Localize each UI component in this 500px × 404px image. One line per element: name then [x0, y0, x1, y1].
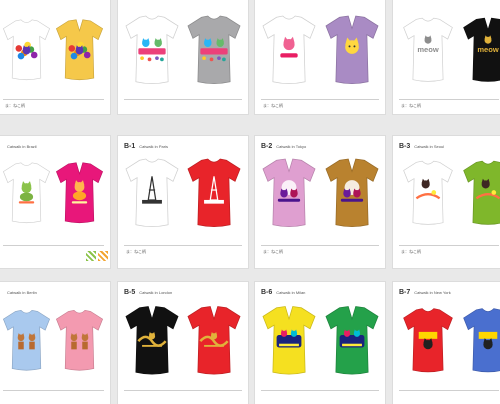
design-sheet-card[interactable]: ま：ねこ柄 — [255, 0, 385, 114]
sheet-title: Catwalk in Berlin — [7, 290, 37, 295]
sheet-header: B-5 Catwalk in London — [124, 289, 172, 296]
tshirt-vneck-yellow-cat-head[interactable] — [321, 12, 383, 87]
design-sheet-card[interactable]: B-1 Catwalk in Paris ま：ねこ柄 — [118, 136, 248, 268]
design-sheet-card[interactable]: B-2 Catwalk in Tokyo ま：ねこ柄 — [255, 136, 385, 268]
sheet-title: Catwalk in Brazil — [7, 144, 37, 149]
sheet-footer-note: ま：ねこ柄 — [401, 103, 421, 108]
sheet-header: B-2 Catwalk in Tokyo — [261, 143, 306, 150]
design-sheet-card[interactable]: B-6 Catwalk in Milan — [255, 282, 385, 404]
sheet-title: Catwalk in Paris — [139, 144, 168, 149]
sheet-title: Catwalk in London — [139, 290, 173, 295]
sheet-code: B-6 — [261, 289, 273, 296]
tshirt-body — [187, 158, 241, 227]
design-sheet-card[interactable]: B-5 Catwalk in London — [118, 282, 248, 404]
sheet-divider — [124, 390, 242, 391]
tshirt-body — [2, 309, 51, 371]
sheet-divider — [399, 245, 499, 246]
sheet-divider — [399, 390, 499, 391]
sheet-divider — [261, 390, 379, 391]
sheet-header: B-7 Catwalk in New York — [399, 289, 451, 296]
sheet-footer-note: ま：ねこ柄 — [5, 103, 25, 108]
tshirt-crew-berlin-cats[interactable] — [0, 300, 54, 380]
tshirt-crew-green-cat[interactable] — [0, 155, 54, 230]
sheet-code: B-5 — [124, 289, 136, 296]
tshirt-crew-flower-cats[interactable] — [0, 12, 54, 87]
tshirt-vneck-london-gold[interactable] — [121, 300, 183, 380]
design-sheet-card[interactable]: B-7 Catwalk in New York — [393, 282, 500, 404]
sheet-footer-note: ま：ねこ柄 — [263, 249, 283, 254]
tshirt-crew-paris-tower-light[interactable] — [183, 155, 245, 230]
design-sheet-card[interactable]: B-3 Catwalk in Seoul ま：ねこ柄 — [393, 136, 500, 268]
sheet-code: B-2 — [261, 143, 273, 150]
tshirt-body — [403, 160, 453, 225]
svg-text:meow: meow — [417, 45, 438, 54]
design-sheet-card[interactable]: meow meow ま：ねこ柄 — [393, 0, 500, 114]
tshirt-crew-ny-cats[interactable] — [459, 300, 500, 380]
tshirt-crew-seoul-cats[interactable] — [459, 155, 500, 230]
tshirt-body — [463, 308, 500, 373]
sheet-header: B-6 Catwalk in Milan — [261, 289, 305, 296]
tshirt-crew-pink-cat-heart[interactable] — [258, 12, 320, 87]
color-swatch[interactable] — [98, 251, 108, 261]
sheet-header: B-1 Catwalk in Paris — [124, 143, 168, 150]
sheet-divider — [3, 245, 104, 246]
sheet-header: Catwalk in Berlin — [3, 289, 37, 296]
sheet-divider — [261, 245, 379, 246]
tshirt-body — [125, 158, 179, 227]
tshirt-vneck-orange-cat[interactable] — [52, 155, 107, 230]
sheet-header: B-3 Catwalk in Seoul — [399, 143, 444, 150]
design-sheet-card[interactable]: ま：ねこ柄 — [0, 0, 110, 114]
sheet-code: B-1 — [124, 143, 136, 150]
sheet-title: Catwalk in Tokyo — [276, 144, 307, 149]
sheet-divider — [124, 245, 242, 246]
tshirt-vneck-tokyo-cats[interactable] — [321, 155, 383, 230]
sheet-divider — [3, 390, 104, 391]
tshirt-crew-paris-tower-dark[interactable] — [121, 155, 183, 230]
tshirt-crew-berlin-cats[interactable] — [52, 300, 107, 380]
sheet-divider — [261, 99, 379, 100]
tshirt-crew-party-cats[interactable] — [121, 12, 183, 87]
sheet-footer-note: ま：ねこ柄 — [401, 249, 421, 254]
design-sheet-card[interactable] — [118, 0, 248, 114]
sheet-header: Catwalk in Brazil — [3, 143, 37, 150]
svg-text:meow: meow — [477, 45, 498, 54]
design-sheet-card[interactable]: Catwalk in Brazil — [0, 136, 110, 268]
sheet-divider — [399, 99, 499, 100]
color-swatch[interactable] — [86, 251, 96, 261]
tshirt-body — [55, 309, 104, 371]
tshirt-crew-party-cats[interactable] — [183, 12, 245, 87]
sheet-footer-note: ま：ねこ柄 — [263, 103, 283, 108]
tshirt-vneck-milan-cats[interactable] — [258, 300, 320, 380]
tshirt-vneck-milan-cats[interactable] — [321, 300, 383, 380]
sheet-title: Catwalk in Milan — [276, 290, 306, 295]
sheet-title: Catwalk in Seoul — [414, 144, 445, 149]
sheet-code: B-7 — [399, 289, 411, 296]
tshirt-crew-meow-gray[interactable]: meow — [399, 12, 457, 87]
tshirt-crew-seoul-cats[interactable] — [399, 155, 457, 230]
sheet-title: Catwalk in New York — [414, 290, 451, 295]
sheet-divider — [124, 99, 242, 100]
tshirt-vneck-london-gold[interactable] — [183, 300, 245, 380]
tshirt-vneck-meow-gold[interactable]: meow — [459, 12, 500, 87]
tshirt-crew-ny-cats[interactable] — [399, 300, 457, 380]
sheet-code: B-3 — [399, 143, 411, 150]
design-sheet-card[interactable]: Catwalk in Berlin — [0, 282, 110, 404]
tshirt-vneck-tokyo-cats[interactable] — [258, 155, 320, 230]
tshirt-vneck-flower-cats[interactable] — [52, 12, 107, 87]
sheet-footer-note: ま：ねこ柄 — [126, 249, 146, 254]
sheet-divider — [3, 99, 104, 100]
